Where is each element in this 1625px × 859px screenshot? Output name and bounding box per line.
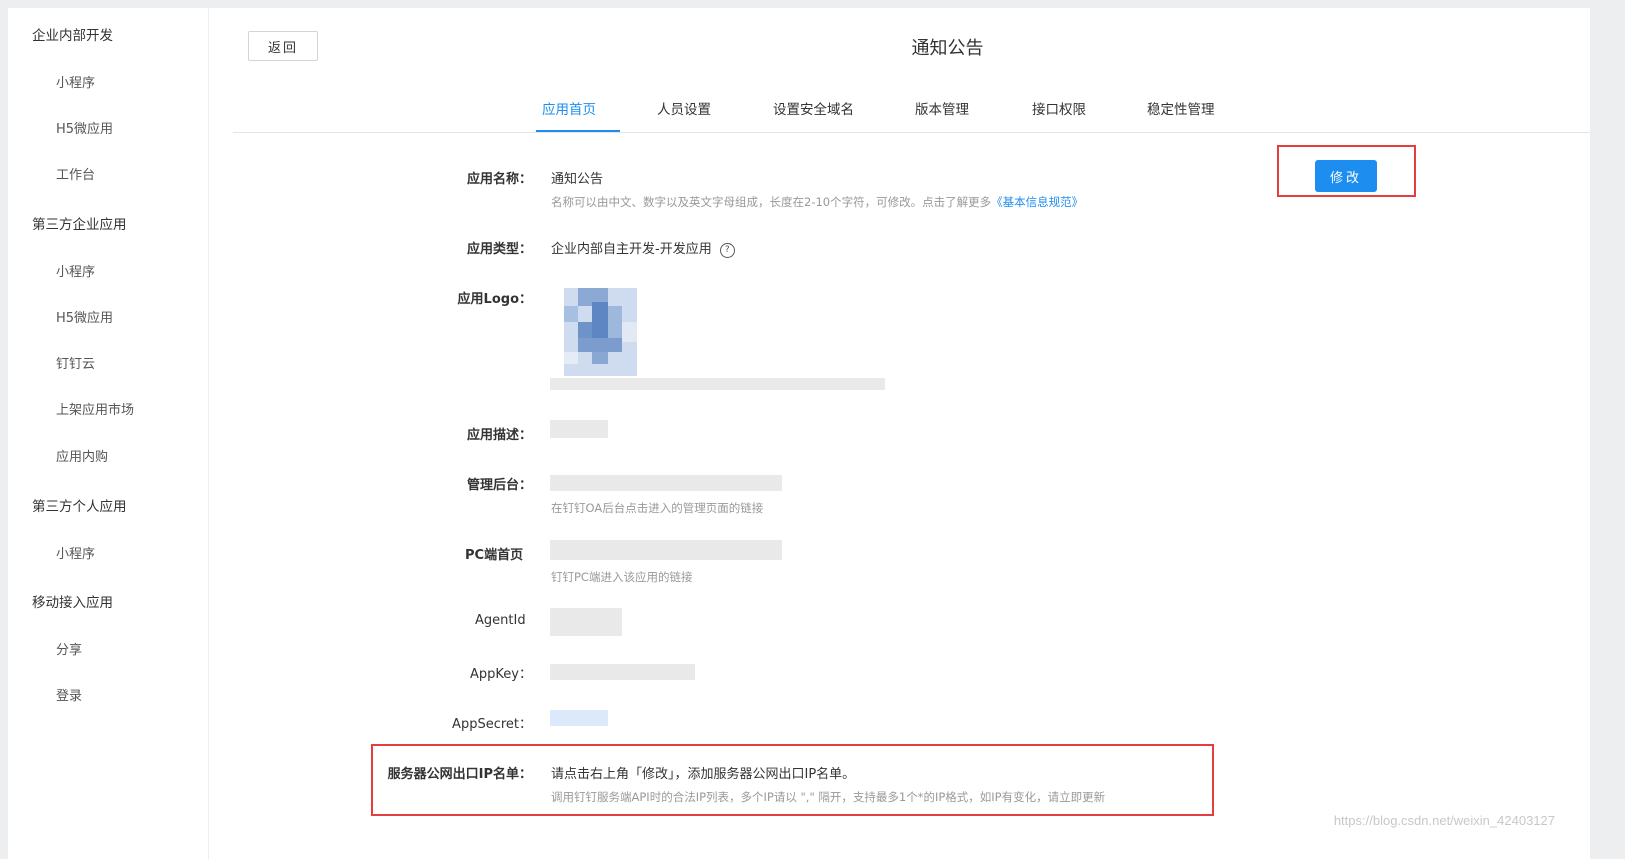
tab-stability-management[interactable]: 稳定性管理 [1147,98,1215,118]
app-key-label: AppKey： [470,667,532,682]
app-type-value: 企业内部自主开发-开发应用? [551,238,735,258]
ip-whitelist-hint: 调用钉钉服务端API时的合法IP列表，多个IP请以 "," 隔开，支持最多1个*… [551,790,1106,804]
app-type-label: 应用类型： [466,242,532,257]
app-name-label: 应用名称： [466,172,532,187]
app-desc-blurred [550,420,608,438]
sidebar-item-share[interactable]: 分享 [56,639,82,658]
admin-hint: 在钉钉OA后台点击进入的管理页面的链接 [551,501,764,515]
sidebar-item-login[interactable]: 登录 [56,685,82,704]
sidebar-group-third-party-enterprise[interactable]: 第三方企业应用 [32,213,127,233]
app-logo-image [564,288,637,376]
sidebar-item-tp-h5[interactable]: H5微应用 [56,307,113,326]
basic-info-spec-link[interactable]: 《基本信息规范》 [991,195,1083,209]
ip-whitelist-label: 服务器公网出口IP名单： [387,767,532,782]
help-icon[interactable]: ? [719,243,735,258]
sidebar-item-tp-purchase[interactable]: 应用内购 [56,446,108,465]
sidebar-item-internal-miniapp[interactable]: 小程序 [56,72,95,91]
agent-id-label: AgentId [475,613,526,628]
app-key-blurred [550,664,695,680]
admin-label: 管理后台： [466,478,532,493]
sidebar-group-mobile-access[interactable]: 移动接入应用 [32,591,113,611]
app-secret-blurred [550,710,608,726]
page-title: 通知公告 [911,38,984,59]
sidebar-item-internal-h5[interactable]: H5微应用 [56,118,113,137]
sidebar-item-tp-market[interactable]: 上架应用市场 [56,399,134,418]
tab-secure-domain[interactable]: 设置安全域名 [773,98,854,118]
app-name-value: 通知公告 [551,172,604,187]
watermark: https://blog.csdn.net/weixin_42403127 [1333,813,1555,828]
tab-member-settings[interactable]: 人员设置 [657,98,711,118]
logo-hint-blurred [550,378,885,390]
sidebar-item-personal-miniapp[interactable]: 小程序 [56,543,95,562]
tab-app-home[interactable]: 应用首页 [542,98,596,118]
ip-whitelist-value: 请点击右上角「修改」，添加服务器公网出口IP名单。 [551,767,856,782]
tab-version-management[interactable]: 版本管理 [915,98,969,118]
tab-api-permissions[interactable]: 接口权限 [1032,98,1086,118]
pc-home-url-blurred [550,540,782,560]
sidebar-item-tp-miniapp[interactable]: 小程序 [56,261,95,280]
sidebar: 企业内部开发 小程序 H5微应用 工作台 第三方企业应用 小程序 H5微应用 钉… [8,8,208,859]
edit-button[interactable]: 修改 [1315,160,1377,192]
app-desc-label: 应用描述： [466,428,532,443]
pc-home-label: PC端首页 [465,548,524,563]
tabs-divider [233,132,1590,133]
app-logo-label: 应用Logo： [457,292,532,307]
sidebar-group-third-party-personal[interactable]: 第三方个人应用 [32,495,127,515]
sidebar-item-tp-cloud[interactable]: 钉钉云 [56,353,95,372]
main-panel: 返回 通知公告 应用首页 人员设置 设置安全域名 版本管理 接口权限 稳定性管理… [209,8,1590,859]
agent-id-blurred [550,608,622,636]
sidebar-group-internal[interactable]: 企业内部开发 [32,24,113,44]
sidebar-item-internal-workbench[interactable]: 工作台 [56,164,95,183]
admin-url-blurred [550,475,782,491]
pc-home-hint: 钉钉PC端进入该应用的链接 [551,570,693,584]
app-secret-label: AppSecret： [452,717,532,732]
app-name-hint: 名称可以由中文、数字以及英文字母组成，长度在2-10个字符，可修改。点击了解更多… [551,195,1084,209]
